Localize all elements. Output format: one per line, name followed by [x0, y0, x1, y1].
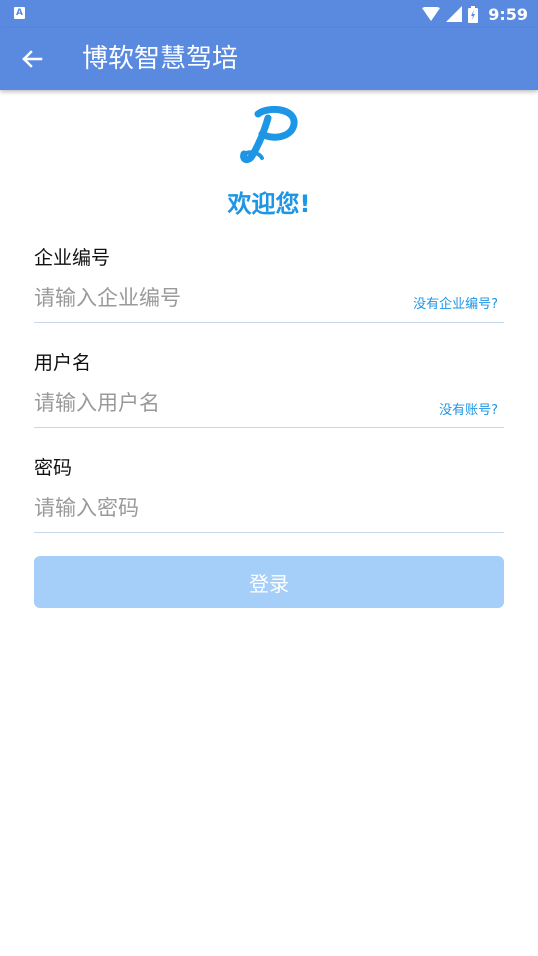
battery-icon — [468, 5, 479, 23]
no-account-link[interactable]: 没有账号? — [439, 399, 498, 418]
status-bar: A 9:59 — [0, 0, 538, 28]
back-button[interactable] — [16, 43, 48, 75]
app-bar: 博软智慧驾培 — [0, 28, 538, 90]
notification-a-icon: A — [14, 7, 25, 19]
username-underline — [34, 427, 504, 428]
password-underline — [34, 532, 504, 533]
password-input[interactable] — [34, 491, 394, 525]
company-number-label: 企业编号 — [34, 247, 111, 269]
username-input[interactable] — [34, 386, 394, 420]
company-number-underline — [34, 322, 504, 323]
no-company-number-link[interactable]: 没有企业编号? — [413, 293, 498, 312]
wifi-icon — [422, 7, 441, 21]
welcome-text: 欢迎您! — [227, 190, 311, 218]
app-logo — [240, 106, 298, 164]
clock: 9:59 — [488, 4, 528, 24]
signal-icon — [446, 6, 463, 22]
arrow-left-icon — [22, 50, 43, 68]
login-button[interactable]: 登录 — [34, 556, 504, 608]
company-number-input[interactable] — [34, 281, 394, 315]
page-title: 博软智慧驾培 — [82, 44, 239, 74]
status-icons: 9:59 — [422, 0, 528, 28]
password-label: 密码 — [34, 457, 73, 479]
username-label: 用户名 — [34, 352, 92, 374]
